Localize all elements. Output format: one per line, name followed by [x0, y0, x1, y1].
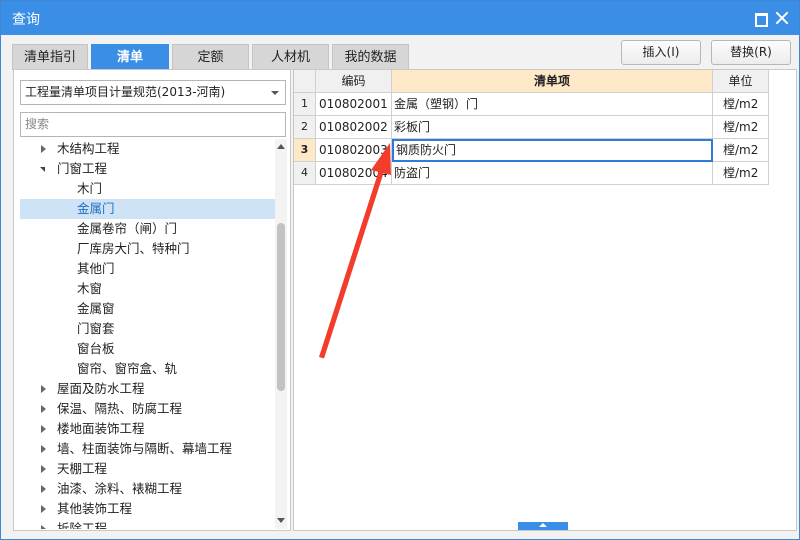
expand-icon[interactable]	[41, 485, 46, 493]
tree-node-wall-column-finish[interactable]: 墙、柱面装饰与隔断、幕墙工程	[20, 439, 275, 459]
cell-code[interactable]: 010802002	[316, 116, 392, 139]
tree-scrollbar[interactable]	[275, 139, 287, 529]
maximize-icon[interactable]	[753, 11, 768, 27]
expand-icon[interactable]	[41, 145, 46, 153]
tree-node-roof-waterproof[interactable]: 屋面及防水工程	[20, 379, 275, 399]
insert-button[interactable]: 插入(I)	[621, 40, 701, 65]
tab-bill[interactable]: 清单	[91, 44, 169, 70]
expand-icon[interactable]	[41, 405, 46, 413]
tree-node-factory-special-door[interactable]: 厂库房大门、特种门	[20, 239, 275, 259]
cell-code[interactable]: 010802003	[316, 139, 392, 162]
tree-node-wood-structure[interactable]: 木结构工程	[20, 139, 275, 159]
scroll-down-icon[interactable]	[277, 518, 285, 523]
tree-node-floor-finish[interactable]: 楼地面装饰工程	[20, 419, 275, 439]
tree-node-metal-window[interactable]: 金属窗	[20, 299, 275, 319]
tree-node-other-decoration[interactable]: 其他装饰工程	[20, 499, 275, 519]
spec-select-value: 工程量清单项目计量规范(2013-河南)	[25, 85, 226, 99]
expand-icon[interactable]	[41, 385, 46, 393]
column-header-code[interactable]: 编码	[316, 70, 392, 93]
tree-node-ceiling[interactable]: 天棚工程	[20, 459, 275, 479]
column-header-item[interactable]: 清单项	[392, 70, 713, 93]
cell-item-name[interactable]: 防盗门	[392, 162, 713, 185]
tree-node-window-sill[interactable]: 窗台板	[20, 339, 275, 359]
tree-node-paint-coating[interactable]: 油漆、涂料、裱糊工程	[20, 479, 275, 499]
tab-my-data[interactable]: 我的数据	[332, 44, 409, 70]
scrollbar-thumb[interactable]	[277, 223, 285, 391]
bill-grid-panel: 编码 清单项 单位 1 010802001 金属（塑钢）门 樘/m2 2 010…	[293, 69, 797, 531]
tree-node-metal-rolling-door[interactable]: 金属卷帘（闸）门	[20, 219, 275, 239]
tree-node-metal-door[interactable]: 金属门	[20, 199, 275, 219]
scroll-up-icon[interactable]	[277, 144, 285, 149]
tree-node-wood-window[interactable]: 木窗	[20, 279, 275, 299]
column-header-unit[interactable]: 单位	[713, 70, 769, 93]
expand-icon[interactable]	[41, 505, 46, 513]
expand-icon[interactable]	[41, 445, 46, 453]
tree-node-wood-door[interactable]: 木门	[20, 179, 275, 199]
tree-node-demolition[interactable]: 拆除工程	[20, 519, 275, 529]
expand-icon[interactable]	[41, 425, 46, 433]
cell-unit[interactable]: 樘/m2	[713, 93, 769, 116]
expand-icon[interactable]	[41, 465, 46, 473]
window-title: 查询	[12, 12, 40, 28]
query-window: 查询 清单指引 清单 定额 人材机 我的数据 插入(I) 替换(R) 工程量清单…	[0, 0, 800, 540]
tree-node-curtain-rail[interactable]: 窗帘、窗帘盒、轨	[20, 359, 275, 379]
collapse-icon[interactable]	[40, 167, 45, 172]
panel-splitter-handle[interactable]	[518, 522, 568, 530]
cell-item-name[interactable]: 彩板门	[392, 116, 713, 139]
row-number[interactable]: 1	[294, 93, 316, 116]
cell-unit[interactable]: 樘/m2	[713, 116, 769, 139]
tree-node-insulation[interactable]: 保温、隔热、防腐工程	[20, 399, 275, 419]
row-number[interactable]: 3	[294, 139, 316, 162]
cell-code[interactable]: 010802004	[316, 162, 392, 185]
tree-node-doors-windows[interactable]: 门窗工程	[20, 159, 275, 179]
tab-quota[interactable]: 定额	[172, 44, 249, 70]
tab-labor-material-machine[interactable]: 人材机	[252, 44, 329, 70]
close-icon[interactable]	[775, 11, 789, 25]
cell-code[interactable]: 010802001	[316, 93, 392, 116]
cell-item-name-focused[interactable]: 钢质防火门	[392, 139, 713, 162]
search-input[interactable]: 搜索	[20, 112, 286, 137]
cell-unit[interactable]: 樘/m2	[713, 139, 769, 162]
row-number[interactable]: 2	[294, 116, 316, 139]
category-tree: 木结构工程 门窗工程 木门 金属门 金属卷帘（闸）门 厂库房大门、特种门 其他门…	[20, 139, 275, 529]
cell-unit[interactable]: 樘/m2	[713, 162, 769, 185]
left-panel: 工程量清单项目计量规范(2013-河南) 搜索 木结构工程 门窗工程 木门 金属…	[13, 69, 291, 531]
grid-corner	[294, 70, 316, 93]
cell-item-name[interactable]: 金属（塑钢）门	[392, 93, 713, 116]
title-bar: 查询	[1, 1, 799, 35]
tree-node-other-door[interactable]: 其他门	[20, 259, 275, 279]
dropdown-arrow-icon[interactable]	[271, 91, 279, 95]
tree-node-door-window-trim[interactable]: 门窗套	[20, 319, 275, 339]
expand-icon[interactable]	[41, 525, 46, 529]
tab-bill-guide[interactable]: 清单指引	[12, 44, 88, 70]
spec-select[interactable]: 工程量清单项目计量规范(2013-河南)	[20, 80, 286, 105]
replace-button[interactable]: 替换(R)	[711, 40, 791, 65]
row-number[interactable]: 4	[294, 162, 316, 185]
